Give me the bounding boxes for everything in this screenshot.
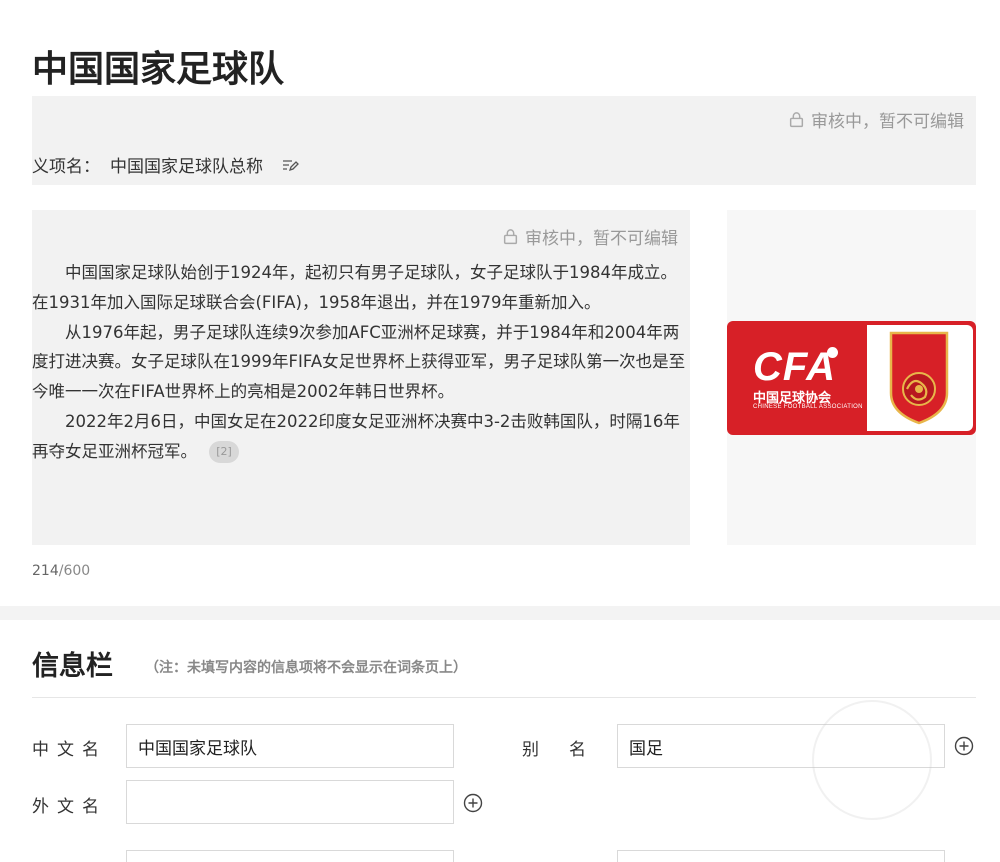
meaning-label: 义项名： bbox=[32, 157, 100, 177]
football-icon bbox=[827, 347, 838, 358]
entry-editor-card: 中国国家足球队 审核中，暂不可编辑 义项名： 中国国家足球队总称 审核中，暂不可… bbox=[0, 0, 1000, 606]
char-max: /600 bbox=[58, 563, 91, 579]
reference-badge[interactable]: [2] bbox=[209, 441, 239, 464]
next-field-input-left[interactable] bbox=[126, 850, 454, 862]
meaning-lock-note: 审核中，暂不可编辑 bbox=[788, 107, 964, 132]
lock-icon bbox=[503, 229, 518, 245]
page-title: 中国国家足球队 bbox=[32, 49, 285, 90]
watermark-stamp bbox=[812, 700, 932, 820]
summary-lock-note: 审核中，暂不可编辑 bbox=[502, 224, 678, 249]
foreign-name-label: 外文名 bbox=[32, 797, 107, 817]
summary-image-box[interactable]: CFA 中国足球协会 CHINESE FOOTBALL ASSOCIATION bbox=[727, 210, 976, 545]
add-alias-icon[interactable] bbox=[954, 736, 974, 756]
cfa-crest-icon bbox=[889, 331, 949, 425]
summary-paragraph-2: 从1976年起，男子足球队连续9次参加AFC亚洲杯足球赛，并于1984年和200… bbox=[32, 322, 686, 402]
chinese-name-label: 中文名 bbox=[32, 740, 107, 760]
summary-paragraph-3-text: 2022年2月6日，中国女足在2022印度女足亚洲杯决赛中3-2击败韩国队，时隔… bbox=[32, 411, 680, 461]
infobox-divider bbox=[32, 697, 976, 698]
summary-lock-text: 审核中，暂不可编辑 bbox=[525, 229, 678, 249]
meaning-line: 义项名： 中国国家足球队总称 bbox=[32, 152, 299, 177]
summary-text: 中国国家足球队始创于1924年，起初只有男子足球队，女子足球队于1984年成立。… bbox=[32, 258, 690, 467]
char-count: 214 bbox=[32, 563, 59, 579]
lock-icon bbox=[789, 112, 804, 128]
edit-icon[interactable] bbox=[281, 156, 299, 174]
summary-paragraph-1: 中国国家足球队始创于1924年，起初只有男子足球队，女子足球队于1984年成立。… bbox=[32, 263, 677, 312]
summary-paragraph-3: 2022年2月6日，中国女足在2022印度女足亚洲杯决赛中3-2击败韩国队，时隔… bbox=[32, 407, 690, 467]
infobox-note: （注：未填写内容的信息项将不会显示在词条页上） bbox=[145, 660, 467, 676]
meaning-section: 审核中，暂不可编辑 义项名： 中国国家足球队总称 bbox=[32, 96, 976, 185]
meaning-value: 中国国家足球队总称 bbox=[110, 157, 263, 177]
next-field-input-right[interactable] bbox=[617, 850, 945, 862]
logo-english-text: CHINESE FOOTBALL ASSOCIATION bbox=[753, 404, 863, 410]
add-foreign-name-icon[interactable] bbox=[463, 793, 483, 813]
infobox-title: 信息栏 bbox=[32, 651, 113, 682]
alias-label: 别名 bbox=[522, 740, 616, 760]
foreign-name-input[interactable] bbox=[126, 780, 454, 824]
cfa-logo-image: CFA 中国足球协会 CHINESE FOOTBALL ASSOCIATION bbox=[727, 321, 976, 435]
logo-wordmark: CFA bbox=[753, 345, 836, 389]
char-counter: 214/600 bbox=[32, 563, 90, 579]
meaning-lock-text: 审核中，暂不可编辑 bbox=[811, 112, 964, 132]
chinese-name-input[interactable] bbox=[126, 724, 454, 768]
summary-section[interactable]: 审核中，暂不可编辑 中国国家足球队始创于1924年，起初只有男子足球队，女子足球… bbox=[32, 210, 690, 545]
logo-crest-panel bbox=[867, 325, 973, 431]
